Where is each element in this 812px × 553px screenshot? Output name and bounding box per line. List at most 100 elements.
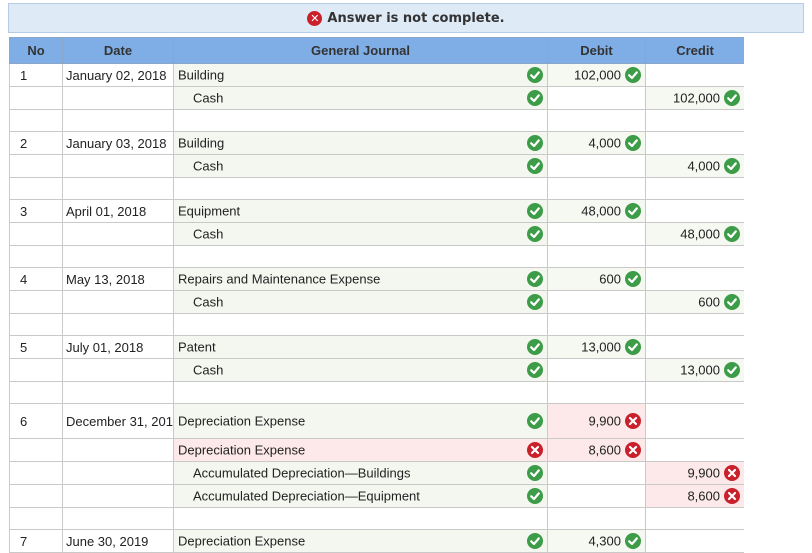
date-cell[interactable] — [62, 109, 174, 132]
journal-row: Cash 4,000 — [9, 154, 744, 178]
account-field[interactable]: Depreciation Expense — [173, 438, 548, 462]
account-field[interactable]: Building — [173, 63, 548, 87]
credit-field[interactable] — [645, 335, 744, 359]
no-cell[interactable] — [9, 109, 63, 132]
date-cell[interactable] — [62, 177, 174, 200]
entry-date[interactable] — [62, 484, 174, 508]
spacer-row — [9, 507, 744, 530]
debit-cell[interactable] — [547, 109, 646, 132]
account-field[interactable]: Cash — [173, 86, 548, 110]
debit-cell[interactable] — [547, 245, 646, 268]
entry-date[interactable]: July 01, 2018 — [62, 335, 174, 359]
debit-field[interactable]: 102,000 — [547, 63, 646, 87]
date-cell[interactable] — [62, 507, 174, 530]
no-cell[interactable] — [9, 381, 63, 404]
account-field[interactable]: Building — [173, 131, 548, 155]
credit-field[interactable]: 600 — [645, 290, 744, 314]
credit-field[interactable]: 9,900 — [645, 461, 744, 485]
credit-amount: 4,000 — [687, 158, 720, 174]
credit-field[interactable]: 4,000 — [645, 154, 744, 178]
no-cell[interactable] — [9, 313, 63, 336]
account-field[interactable]: Depreciation Expense — [173, 529, 548, 553]
account-cell[interactable] — [173, 245, 548, 268]
debit-field[interactable] — [547, 484, 646, 508]
credit-field[interactable]: 8,600 — [645, 484, 744, 508]
entry-date[interactable]: January 02, 2018 — [62, 63, 174, 87]
credit-cell[interactable] — [645, 313, 744, 336]
no-cell[interactable] — [9, 507, 63, 530]
account-field[interactable]: Accumulated Depreciation—Buildings — [173, 461, 548, 485]
account-field[interactable]: Cash — [173, 154, 548, 178]
date-cell[interactable] — [62, 245, 174, 268]
account-field[interactable]: Cash — [173, 222, 548, 246]
credit-amount: 102,000 — [673, 90, 720, 106]
account-cell[interactable] — [173, 381, 548, 404]
account-field[interactable]: Cash — [173, 290, 548, 314]
credit-cell[interactable] — [645, 381, 744, 404]
credit-cell[interactable] — [645, 507, 744, 530]
credit-cell[interactable] — [645, 109, 744, 132]
debit-cell[interactable] — [547, 313, 646, 336]
debit-field[interactable]: 8,600 — [547, 438, 646, 462]
account-field[interactable]: Repairs and Maintenance Expense — [173, 267, 548, 291]
correct-check-icon — [527, 203, 543, 219]
debit-field[interactable] — [547, 222, 646, 246]
debit-field[interactable]: 4,300 — [547, 529, 646, 553]
date-cell[interactable] — [62, 313, 174, 336]
debit-field[interactable]: 48,000 — [547, 199, 646, 223]
debit-field[interactable] — [547, 154, 646, 178]
debit-field[interactable] — [547, 358, 646, 382]
debit-field[interactable] — [547, 290, 646, 314]
entry-date[interactable] — [62, 154, 174, 178]
debit-cell[interactable] — [547, 507, 646, 530]
account-field[interactable]: Depreciation Expense — [173, 403, 548, 439]
entry-date[interactable] — [62, 290, 174, 314]
entry-date[interactable]: April 01, 2018 — [62, 199, 174, 223]
account-cell[interactable] — [173, 313, 548, 336]
account-field[interactable]: Patent — [173, 335, 548, 359]
debit-cell[interactable] — [547, 177, 646, 200]
entry-date[interactable]: January 03, 2018 — [62, 131, 174, 155]
entry-date[interactable] — [62, 358, 174, 382]
credit-field[interactable]: 102,000 — [645, 86, 744, 110]
credit-field[interactable] — [645, 199, 744, 223]
credit-field[interactable] — [645, 529, 744, 553]
credit-field[interactable]: 13,000 — [645, 358, 744, 382]
account-cell[interactable] — [173, 507, 548, 530]
debit-field[interactable]: 13,000 — [547, 335, 646, 359]
debit-field[interactable]: 9,900 — [547, 403, 646, 439]
account-cell[interactable] — [173, 177, 548, 200]
date-cell[interactable] — [62, 381, 174, 404]
debit-cell[interactable] — [547, 381, 646, 404]
spacer-row — [9, 245, 744, 268]
no-cell[interactable] — [9, 177, 63, 200]
credit-field[interactable] — [645, 131, 744, 155]
account-cell[interactable] — [173, 109, 548, 132]
debit-field[interactable]: 600 — [547, 267, 646, 291]
entry-date[interactable]: June 30, 2019 — [62, 529, 174, 553]
debit-field[interactable] — [547, 461, 646, 485]
debit-field[interactable] — [547, 86, 646, 110]
entry-date[interactable] — [62, 461, 174, 485]
credit-cell[interactable] — [645, 177, 744, 200]
entry-date[interactable]: May 13, 2018 — [62, 267, 174, 291]
entry-date[interactable] — [62, 222, 174, 246]
entry-date[interactable] — [62, 86, 174, 110]
credit-cell[interactable] — [645, 245, 744, 268]
debit-field[interactable]: 4,000 — [547, 131, 646, 155]
account-field[interactable]: Accumulated Depreciation—Equipment — [173, 484, 548, 508]
spacer-row — [9, 381, 744, 404]
credit-field[interactable] — [645, 267, 744, 291]
credit-field[interactable] — [645, 403, 744, 439]
banner-text: Answer is not complete. — [327, 10, 505, 26]
credit-field[interactable]: 48,000 — [645, 222, 744, 246]
credit-field[interactable] — [645, 63, 744, 87]
credit-field[interactable] — [645, 438, 744, 462]
account-field[interactable]: Cash — [173, 358, 548, 382]
entry-date[interactable] — [62, 438, 174, 462]
correct-check-icon — [625, 339, 641, 355]
account-field[interactable]: Equipment — [173, 199, 548, 223]
entry-date[interactable]: December 31, 2018 — [62, 403, 174, 439]
no-cell[interactable] — [9, 245, 63, 268]
account-name: Cash — [193, 226, 224, 242]
